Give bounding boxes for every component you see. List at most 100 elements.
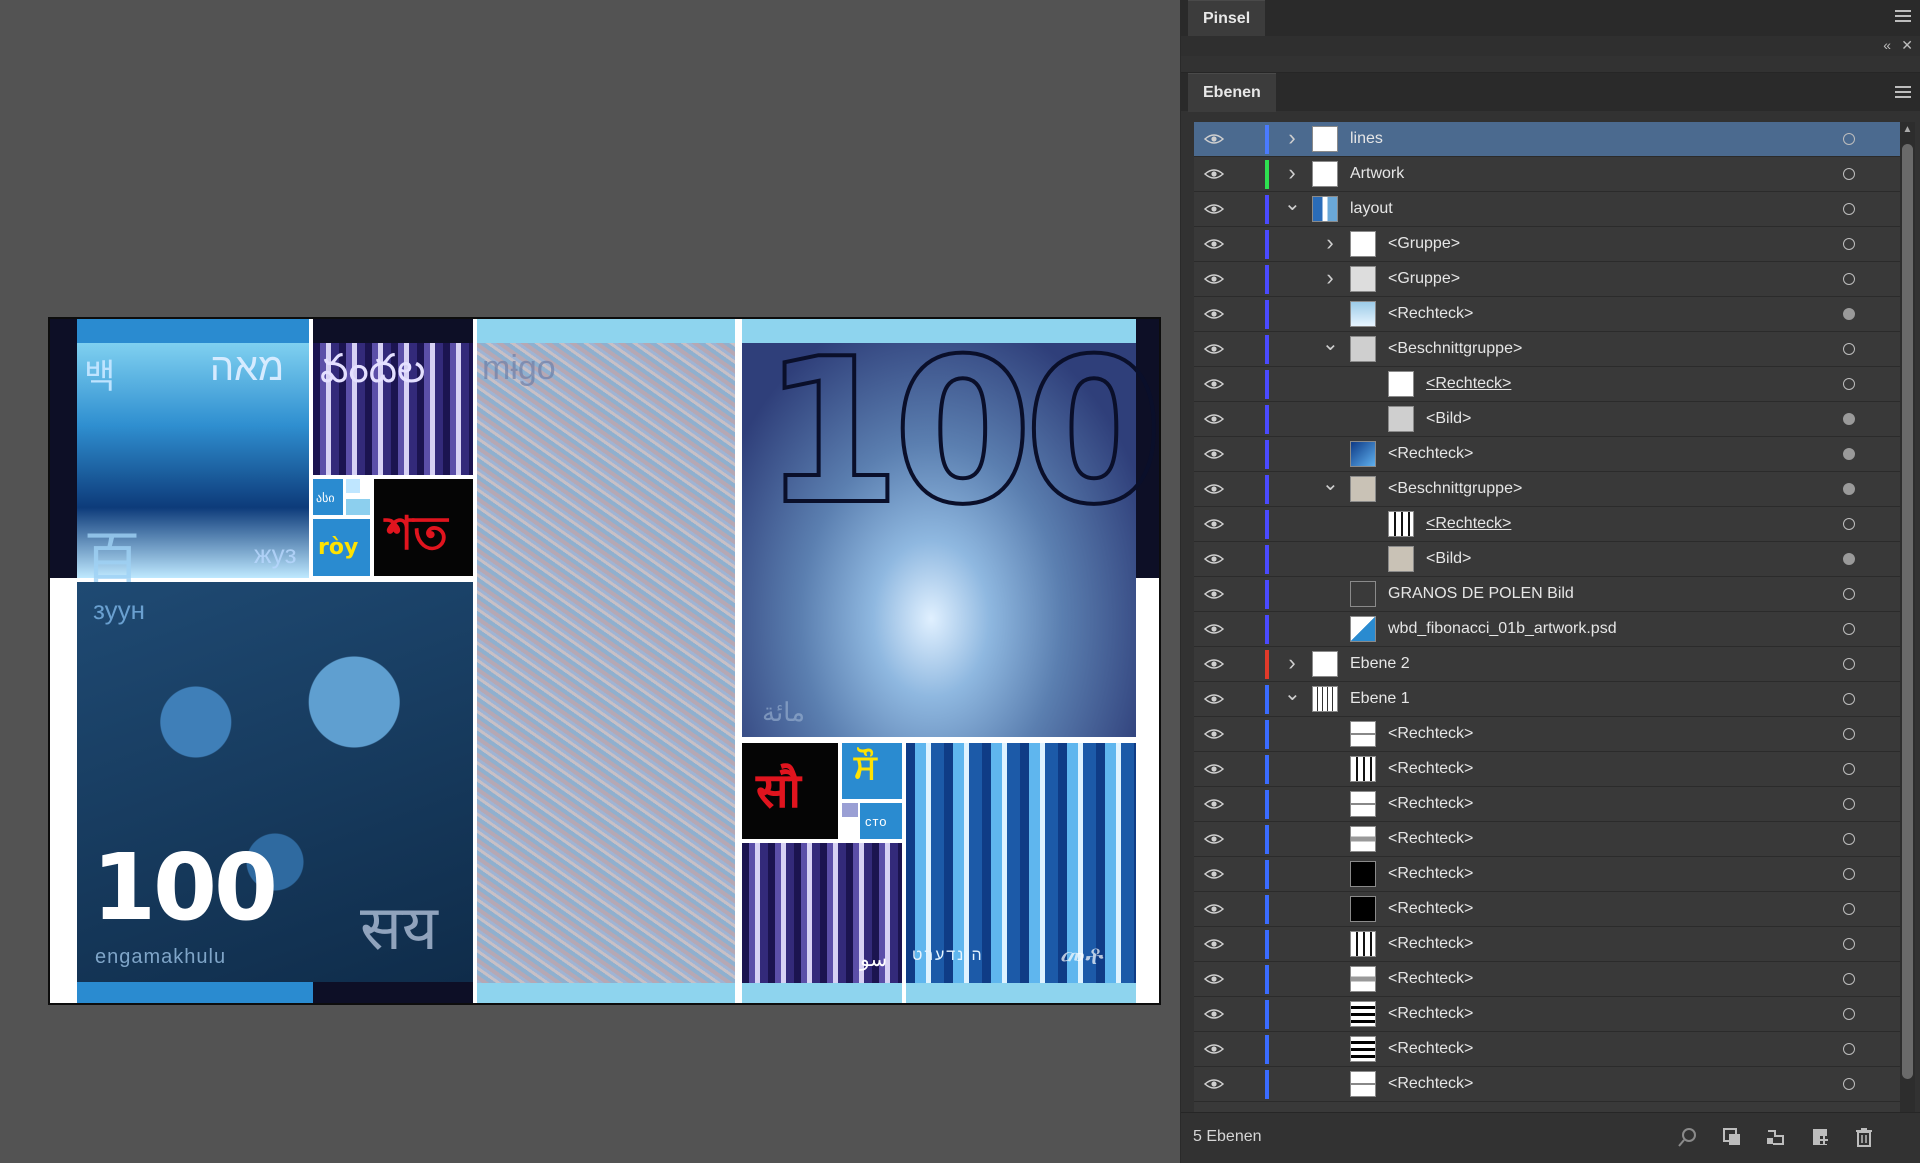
eye-icon[interactable] xyxy=(1204,693,1224,705)
eye-icon[interactable] xyxy=(1204,868,1224,880)
eye-icon[interactable] xyxy=(1204,238,1224,250)
target-circle-icon[interactable] xyxy=(1843,1043,1855,1055)
eye-icon[interactable] xyxy=(1204,588,1224,600)
chevron-right-icon[interactable]: › xyxy=(1322,266,1338,290)
layer-row[interactable]: ⌄ layout xyxy=(1194,192,1910,227)
target-circle-icon[interactable] xyxy=(1843,518,1855,530)
layer-row[interactable]: <Rechteck> xyxy=(1194,997,1910,1032)
target-circle-icon[interactable] xyxy=(1843,728,1855,740)
target-circle-icon[interactable] xyxy=(1843,588,1855,600)
eye-icon[interactable] xyxy=(1204,1078,1224,1090)
layer-row[interactable]: <Rechteck> xyxy=(1194,927,1910,962)
layer-row[interactable]: <Rechteck> xyxy=(1194,892,1910,927)
document-canvas[interactable]: 백 מאה 百 жуз వందల ასი ròy শত зуун 100 सय … xyxy=(0,0,1180,1163)
layer-row[interactable]: <Bild> xyxy=(1194,402,1910,437)
eye-icon[interactable] xyxy=(1204,168,1224,180)
target-circle-icon[interactable] xyxy=(1843,448,1855,460)
eye-icon[interactable] xyxy=(1204,413,1224,425)
scroll-thumb[interactable] xyxy=(1902,144,1913,1079)
create-clipping-mask-icon[interactable] xyxy=(1765,1126,1787,1148)
target-circle-icon[interactable] xyxy=(1843,763,1855,775)
delete-icon[interactable] xyxy=(1853,1126,1875,1148)
target-circle-icon[interactable] xyxy=(1843,623,1855,635)
layer-row[interactable]: <Rechteck> xyxy=(1194,1032,1910,1067)
target-circle-icon[interactable] xyxy=(1843,378,1855,390)
target-circle-icon[interactable] xyxy=(1843,273,1855,285)
eye-icon[interactable] xyxy=(1204,973,1224,985)
eye-icon[interactable] xyxy=(1204,938,1224,950)
chevron-right-icon[interactable]: › xyxy=(1284,126,1300,150)
layer-row[interactable]: <Rechteck> xyxy=(1194,297,1910,332)
target-circle-icon[interactable] xyxy=(1843,973,1855,985)
layer-row[interactable]: <Bild> xyxy=(1194,542,1910,577)
eye-icon[interactable] xyxy=(1204,553,1224,565)
target-circle-icon[interactable] xyxy=(1843,903,1855,915)
eye-icon[interactable] xyxy=(1204,308,1224,320)
chevron-right-icon[interactable]: › xyxy=(1322,231,1338,255)
brush-panel-menu-icon[interactable] xyxy=(1895,10,1911,22)
scroll-up-icon[interactable]: ▲ xyxy=(1900,124,1915,135)
eye-icon[interactable] xyxy=(1204,623,1224,635)
eye-icon[interactable] xyxy=(1204,798,1224,810)
double-chevron-left-icon[interactable]: « xyxy=(1883,37,1891,53)
eye-icon[interactable] xyxy=(1204,133,1224,145)
layer-row[interactable]: <Rechteck> xyxy=(1194,787,1910,822)
eye-icon[interactable] xyxy=(1204,483,1224,495)
target-circle-icon[interactable] xyxy=(1843,833,1855,845)
chevron-down-icon[interactable]: ⌄ xyxy=(1284,684,1301,710)
layer-row[interactable]: › <Gruppe> xyxy=(1194,262,1910,297)
tab-brush[interactable]: Pinsel xyxy=(1188,0,1266,37)
chevron-down-icon[interactable]: ⌄ xyxy=(1284,194,1301,220)
eye-icon[interactable] xyxy=(1204,378,1224,390)
target-circle-icon[interactable] xyxy=(1843,343,1855,355)
layer-row[interactable]: › lines xyxy=(1194,122,1910,157)
eye-icon[interactable] xyxy=(1204,273,1224,285)
target-circle-icon[interactable] xyxy=(1843,1078,1855,1090)
layer-row[interactable]: ⌄ <Beschnittgruppe> xyxy=(1194,332,1910,367)
target-circle-icon[interactable] xyxy=(1843,553,1855,565)
target-circle-icon[interactable] xyxy=(1843,308,1855,320)
target-circle-icon[interactable] xyxy=(1843,238,1855,250)
target-circle-icon[interactable] xyxy=(1843,658,1855,670)
search-icon[interactable] xyxy=(1677,1126,1699,1148)
eye-icon[interactable] xyxy=(1204,728,1224,740)
layers-panel-menu-icon[interactable] xyxy=(1895,86,1911,98)
target-circle-icon[interactable] xyxy=(1843,1008,1855,1020)
layer-row[interactable]: › <Gruppe> xyxy=(1194,227,1910,262)
layer-row[interactable]: › Artwork xyxy=(1194,157,1910,192)
target-circle-icon[interactable] xyxy=(1843,203,1855,215)
new-sublayer-icon[interactable] xyxy=(1809,1126,1831,1148)
target-circle-icon[interactable] xyxy=(1843,483,1855,495)
layer-list[interactable]: › lines › Artwork ⌄ layout › <Gruppe> › <Gruppe> <… xyxy=(1194,122,1910,1130)
layer-row[interactable]: › Ebene 2 xyxy=(1194,647,1910,682)
eye-icon[interactable] xyxy=(1204,203,1224,215)
collect-for-export-icon[interactable] xyxy=(1721,1126,1743,1148)
layer-row[interactable]: <Rechteck> xyxy=(1194,507,1910,542)
layer-row[interactable]: GRANOS DE POLEN Bild xyxy=(1194,577,1910,612)
close-icon[interactable]: ✕ xyxy=(1901,37,1913,54)
eye-icon[interactable] xyxy=(1204,833,1224,845)
eye-icon[interactable] xyxy=(1204,448,1224,460)
layer-row[interactable]: ⌄ Ebene 1 xyxy=(1194,682,1910,717)
target-circle-icon[interactable] xyxy=(1843,868,1855,880)
tab-layers[interactable]: Ebenen xyxy=(1188,73,1276,112)
target-circle-icon[interactable] xyxy=(1843,413,1855,425)
chevron-down-icon[interactable]: ⌄ xyxy=(1322,474,1339,500)
layer-row[interactable]: ⌄ <Beschnittgruppe> xyxy=(1194,472,1910,507)
target-circle-icon[interactable] xyxy=(1843,168,1855,180)
layer-row[interactable]: <Rechteck> xyxy=(1194,717,1910,752)
layer-row[interactable]: wbd_fibonacci_01b_artwork.psd xyxy=(1194,612,1910,647)
layer-row[interactable]: <Rechteck> xyxy=(1194,752,1910,787)
target-circle-icon[interactable] xyxy=(1843,938,1855,950)
layer-row[interactable]: <Rechteck> xyxy=(1194,437,1910,472)
eye-icon[interactable] xyxy=(1204,658,1224,670)
layer-row[interactable]: <Rechteck> xyxy=(1194,367,1910,402)
layer-row[interactable]: <Rechteck> xyxy=(1194,857,1910,892)
eye-icon[interactable] xyxy=(1204,1043,1224,1055)
layer-row[interactable]: <Rechteck> xyxy=(1194,962,1910,997)
eye-icon[interactable] xyxy=(1204,903,1224,915)
eye-icon[interactable] xyxy=(1204,1008,1224,1020)
chevron-down-icon[interactable]: ⌄ xyxy=(1322,334,1339,360)
eye-icon[interactable] xyxy=(1204,763,1224,775)
chevron-right-icon[interactable]: › xyxy=(1284,161,1300,185)
